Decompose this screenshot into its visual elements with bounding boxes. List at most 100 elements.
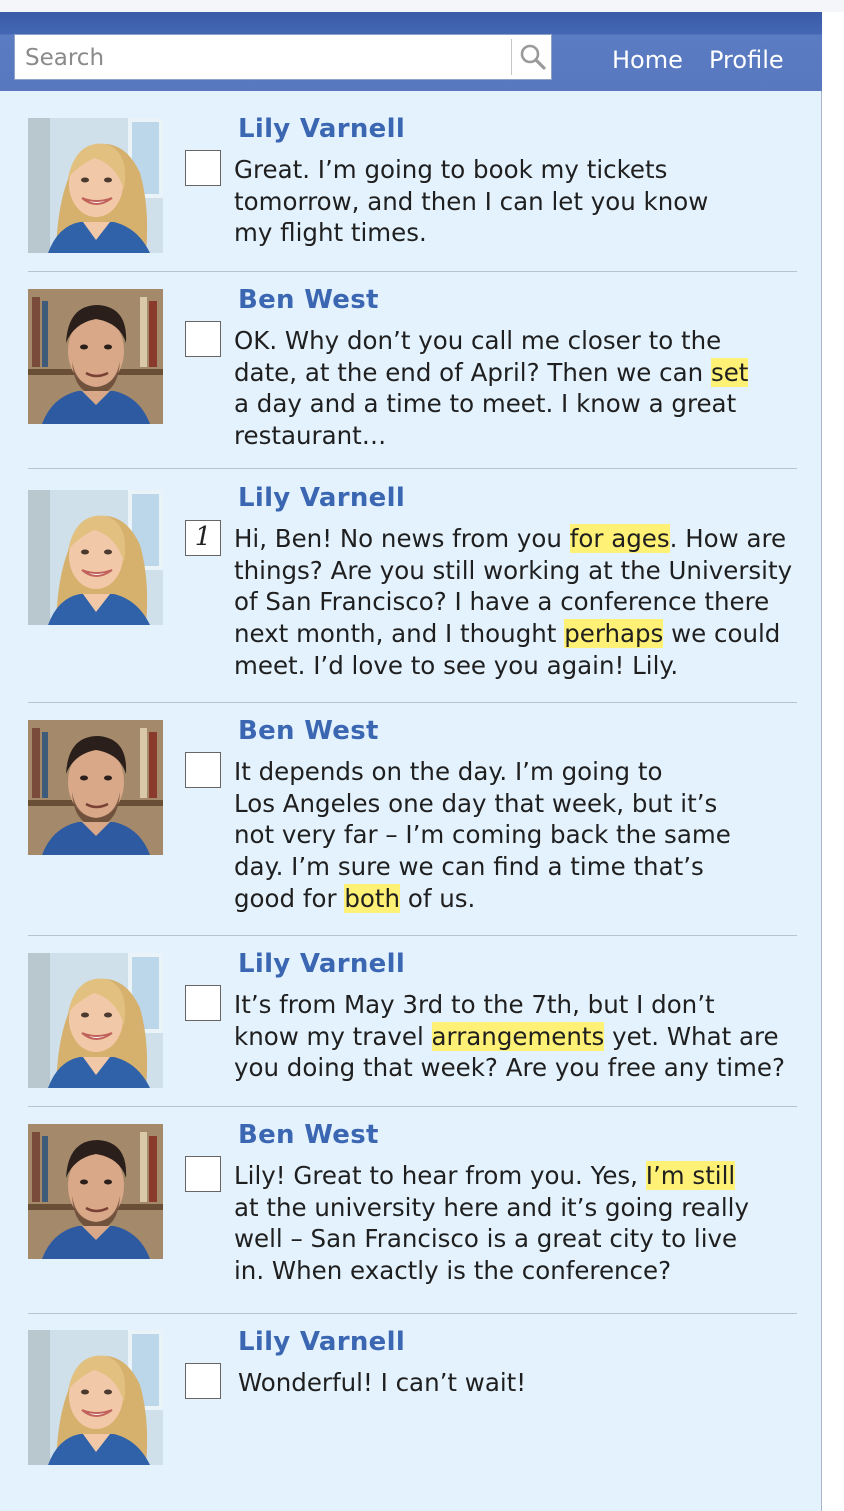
- search-icon[interactable]: [518, 42, 548, 72]
- message-line: my flight times.: [234, 217, 708, 249]
- message-line: good for both of us.: [234, 883, 731, 915]
- message-line: Wonderful! I can’t wait!: [238, 1367, 526, 1399]
- message-line: Great. I’m going to book my tickets: [234, 154, 708, 186]
- top-strip: [0, 0, 844, 12]
- message-text-segment: It depends on the day. I’m going to: [234, 757, 663, 786]
- message-line: well – San Francisco is a great city to …: [234, 1223, 749, 1255]
- message-text-segment: OK. Why don’t you call me closer to the: [234, 326, 722, 355]
- message-line: restaurant…: [234, 420, 748, 452]
- message-line: Hi, Ben! No news from you for ages. How …: [234, 523, 792, 555]
- message-divider: [28, 271, 797, 272]
- message-divider: [28, 702, 797, 703]
- message-divider: [28, 468, 797, 469]
- avatar-lily: [28, 953, 163, 1088]
- message-checkbox[interactable]: [185, 985, 221, 1021]
- search-divider: [511, 39, 512, 75]
- avatar-ben: [28, 289, 163, 424]
- avatar-lily: [28, 1330, 163, 1465]
- message-text-segment: meet. I’d love to see you again! Lily.: [234, 650, 679, 680]
- message-text-segment: at the university here and it’s going re…: [234, 1192, 749, 1222]
- message-text-segment: restaurant…: [234, 421, 387, 451]
- message-line: of San Francisco? I have a conference th…: [234, 586, 792, 618]
- message-text-segment: date, at the end of April? Then we can: [234, 357, 711, 387]
- author-name[interactable]: Lily Varnell: [238, 482, 405, 514]
- message-text-segment: Lily! Great to hear from you. Yes,: [234, 1161, 646, 1190]
- author-name[interactable]: Ben West: [238, 715, 379, 747]
- message-checkbox[interactable]: [185, 752, 221, 788]
- message-checkbox[interactable]: [185, 1156, 221, 1192]
- author-name[interactable]: Ben West: [238, 284, 379, 316]
- message-checkbox[interactable]: [185, 1363, 221, 1399]
- message-text: It’s from May 3rd to the 7th, but I don’…: [234, 989, 785, 1084]
- message-divider: [28, 935, 797, 936]
- message-line: not very far – I’m coming back the same: [234, 819, 731, 851]
- message-text-segment: good for: [234, 883, 345, 913]
- avatar-lily: [28, 490, 163, 625]
- message-text-segment: Wonderful! I can’t wait!: [238, 1368, 527, 1397]
- message-text-segment: . How are: [669, 524, 787, 553]
- message-line: Los Angeles one day that week, but it’s: [234, 788, 731, 820]
- message-text-segment: Great. I’m going to book my tickets: [234, 155, 668, 184]
- search-input[interactable]: [23, 40, 507, 76]
- message-text-segment: things? Are you still working at the Uni…: [234, 555, 793, 585]
- message-text-segment: well – San Francisco is a great city to …: [234, 1224, 738, 1254]
- search-box[interactable]: [14, 34, 552, 80]
- message-text-segment: my flight times.: [234, 218, 427, 248]
- message-divider: [28, 1106, 797, 1107]
- message-text-segment: next month, and I thought: [234, 619, 565, 649]
- message-line: tomorrow, and then I can let you know: [234, 186, 708, 218]
- message-line: you doing that week? Are you free any ti…: [234, 1052, 785, 1084]
- message-line: meet. I’d love to see you again! Lily.: [234, 650, 792, 682]
- author-name[interactable]: Lily Varnell: [238, 948, 405, 980]
- top-bar: Home Profile: [0, 12, 822, 91]
- avatar-lily: [28, 118, 163, 253]
- nav-profile-link[interactable]: Profile: [709, 46, 784, 74]
- message-text-segment: day. I’m sure we can find a time that’s: [234, 852, 704, 882]
- message-line: know my travel arrangements yet. What ar…: [234, 1021, 785, 1053]
- author-name[interactable]: Ben West: [238, 1119, 379, 1151]
- message-text: Wonderful! I can’t wait!: [238, 1367, 526, 1399]
- message-line: It depends on the day. I’m going to: [234, 756, 731, 788]
- message-line: a day and a time to meet. I know a great: [234, 388, 748, 420]
- message-text-segment: of San Francisco? I have a conference th…: [234, 587, 770, 617]
- message-line: at the university here and it’s going re…: [234, 1192, 749, 1224]
- highlighted-word: perhaps: [564, 619, 664, 649]
- avatar-ben: [28, 1124, 163, 1259]
- message-text-segment: a day and a time to meet. I know a great: [234, 389, 737, 419]
- message-text-segment: you doing that week? Are you free any ti…: [234, 1053, 785, 1083]
- message-text-segment: It’s from May 3rd to the 7th, but I don’…: [234, 990, 715, 1019]
- highlighted-word: both: [344, 883, 401, 913]
- highlighted-word: for ages: [569, 524, 670, 553]
- message-divider: [28, 1313, 797, 1314]
- message-text-segment: of us.: [400, 883, 476, 913]
- message-checkbox[interactable]: [185, 321, 221, 357]
- message-text: Hi, Ben! No news from you for ages. How …: [234, 523, 792, 682]
- message-text-segment: Los Angeles one day that week, but it’s: [234, 788, 718, 818]
- message-line: Lily! Great to hear from you. Yes, I’m s…: [234, 1160, 749, 1192]
- message-checkbox[interactable]: 1: [185, 520, 221, 556]
- author-name[interactable]: Lily Varnell: [238, 113, 405, 145]
- message-text-segment: not very far – I’m coming back the same: [234, 820, 731, 850]
- highlighted-word: set: [710, 357, 749, 387]
- message-text: Lily! Great to hear from you. Yes, I’m s…: [234, 1160, 749, 1287]
- author-name[interactable]: Lily Varnell: [238, 1326, 405, 1358]
- message-text: It depends on the day. I’m going to Los A…: [234, 756, 731, 915]
- message-feed: Lily Varnell Great. I’m going to book my…: [0, 91, 822, 1511]
- avatar-ben: [28, 720, 163, 855]
- message-line: OK. Why don’t you call me closer to the: [234, 325, 748, 357]
- highlighted-word: I’m still: [645, 1161, 736, 1190]
- message-text: OK. Why don’t you call me closer to the d…: [234, 325, 749, 452]
- message-text: Great. I’m going to book my tickets tomor…: [234, 154, 708, 249]
- message-line: things? Are you still working at the Uni…: [234, 555, 792, 587]
- nav-home-link[interactable]: Home: [612, 46, 683, 74]
- message-text-segment: we could: [663, 619, 781, 649]
- message-line: day. I’m sure we can find a time that’s: [234, 851, 731, 883]
- message-line: date, at the end of April? Then we can s…: [234, 357, 749, 389]
- message-text-segment: tomorrow, and then I can let you know: [234, 186, 709, 216]
- message-line: in. When exactly is the conference?: [234, 1255, 749, 1287]
- message-text-segment: in. When exactly is the conference?: [234, 1256, 672, 1286]
- highlighted-word: arrangements: [431, 1021, 605, 1051]
- message-text-segment: know my travel: [234, 1021, 432, 1051]
- message-line: It’s from May 3rd to the 7th, but I don’…: [234, 989, 785, 1021]
- message-checkbox[interactable]: [185, 150, 221, 186]
